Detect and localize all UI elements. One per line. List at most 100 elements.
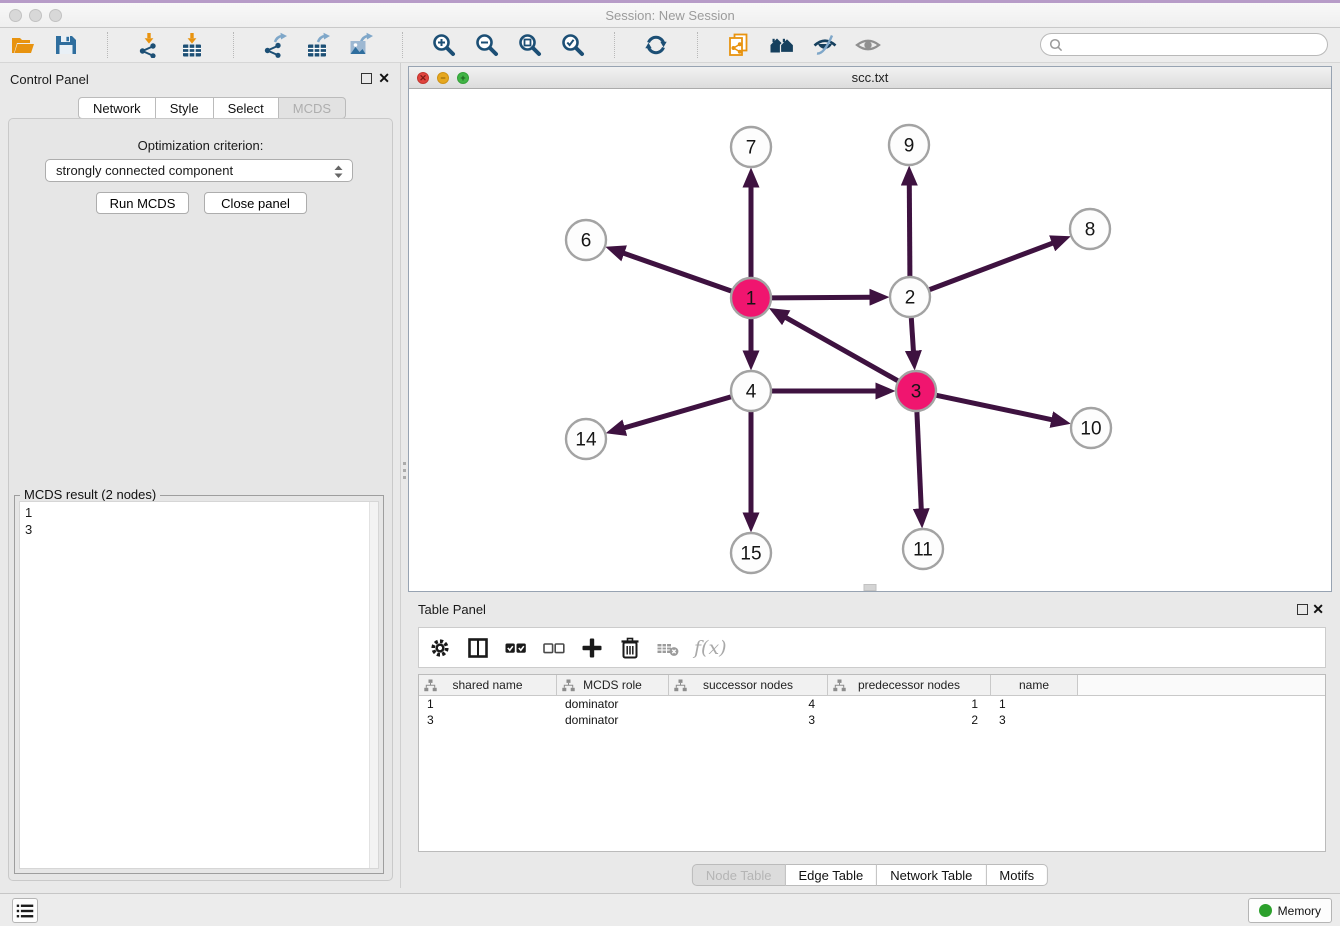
table-row-1[interactable]: 1dominator411 bbox=[419, 696, 1325, 712]
result-scrollbar[interactable] bbox=[369, 502, 378, 868]
tab-style[interactable]: Style bbox=[156, 97, 214, 119]
export-image-icon bbox=[348, 32, 374, 58]
view-splitter-handle[interactable] bbox=[864, 584, 877, 591]
add-row-button[interactable] bbox=[580, 636, 604, 660]
edge-2-3[interactable] bbox=[911, 318, 913, 352]
cell-predecessor-nodes[interactable]: 1 bbox=[828, 696, 991, 712]
new-network-from-selection-button[interactable] bbox=[726, 32, 752, 58]
cell-successor-nodes[interactable]: 3 bbox=[669, 712, 828, 728]
cell-successor-nodes[interactable]: 4 bbox=[669, 696, 828, 712]
edge-3-1[interactable] bbox=[785, 317, 898, 381]
import-table-button[interactable] bbox=[179, 32, 205, 58]
cell-name[interactable]: 1 bbox=[991, 696, 1078, 712]
tab-select[interactable]: Select bbox=[214, 97, 279, 119]
svg-text:6: 6 bbox=[581, 231, 592, 252]
cell-shared-name[interactable]: 1 bbox=[419, 696, 557, 712]
cell-shared-name[interactable]: 3 bbox=[419, 712, 557, 728]
zoom-out-button[interactable] bbox=[474, 32, 500, 58]
show-panels-button[interactable] bbox=[855, 32, 881, 58]
edge-1-6[interactable] bbox=[623, 253, 731, 291]
cell-mcds-role[interactable]: dominator bbox=[557, 712, 669, 728]
cell-name[interactable]: 3 bbox=[991, 712, 1078, 728]
float-table-panel-icon[interactable] bbox=[1297, 604, 1308, 615]
graph-node-8[interactable]: 8 bbox=[1070, 209, 1110, 249]
close-panel-button[interactable]: Close panel bbox=[204, 192, 307, 214]
welcome-screen-button[interactable] bbox=[769, 32, 795, 58]
tab-motifs[interactable]: Motifs bbox=[986, 864, 1048, 886]
close-panel-icon[interactable]: ✕ bbox=[378, 70, 390, 86]
graph-node-7[interactable]: 7 bbox=[731, 127, 771, 167]
column-type-icon bbox=[674, 679, 687, 692]
edge-2-9[interactable] bbox=[909, 184, 910, 276]
open-session-button[interactable] bbox=[10, 32, 36, 58]
deselect-all-button[interactable] bbox=[542, 636, 566, 660]
mcds-result-area[interactable]: 1 3 bbox=[19, 501, 379, 869]
edge-3-11[interactable] bbox=[917, 412, 921, 510]
column-header-shared-name[interactable]: shared name bbox=[419, 675, 557, 695]
table-header-row: shared nameMCDS rolesuccessor nodesprede… bbox=[419, 675, 1325, 696]
main-toolbar bbox=[0, 28, 1340, 63]
column-header-predecessor-nodes[interactable]: predecessor nodes bbox=[828, 675, 991, 695]
delete-row-button[interactable] bbox=[618, 636, 642, 660]
search-icon bbox=[1048, 37, 1064, 53]
select-all-button[interactable] bbox=[504, 636, 528, 660]
column-header-name[interactable]: name bbox=[991, 675, 1078, 695]
column-header-successor-nodes[interactable]: successor nodes bbox=[669, 675, 828, 695]
graph-node-4[interactable]: 4 bbox=[731, 371, 771, 411]
graph-node-6[interactable]: 6 bbox=[566, 220, 606, 260]
run-mcds-button[interactable]: Run MCDS bbox=[96, 192, 189, 214]
split-view-button[interactable] bbox=[466, 636, 490, 660]
graph-node-11[interactable]: 11 bbox=[903, 529, 943, 569]
tab-node-table[interactable]: Node Table bbox=[692, 864, 786, 886]
graph-node-3[interactable]: 3 bbox=[896, 371, 936, 411]
tab-edge-table[interactable]: Edge Table bbox=[785, 864, 877, 886]
column-header-mcds-role[interactable]: MCDS role bbox=[557, 675, 669, 695]
toolbar-separator bbox=[233, 32, 234, 58]
toolbar-separator bbox=[697, 32, 698, 58]
cell-mcds-role[interactable]: dominator bbox=[557, 696, 669, 712]
graph-node-1[interactable]: 1 bbox=[731, 278, 771, 318]
export-network-button[interactable] bbox=[262, 32, 288, 58]
zoom-in-button[interactable] bbox=[431, 32, 457, 58]
edge-1-2[interactable] bbox=[772, 297, 871, 298]
float-panel-icon[interactable] bbox=[361, 73, 372, 84]
tab-mcds[interactable]: MCDS bbox=[279, 97, 346, 119]
graph-node-9[interactable]: 9 bbox=[889, 125, 929, 165]
import-network-button[interactable] bbox=[136, 32, 162, 58]
graph-node-14[interactable]: 14 bbox=[566, 419, 606, 459]
graph-node-15[interactable]: 15 bbox=[731, 533, 771, 573]
cell-predecessor-nodes[interactable]: 2 bbox=[828, 712, 991, 728]
export-table-button[interactable] bbox=[305, 32, 331, 58]
settings-button[interactable] bbox=[428, 636, 452, 660]
memory-button[interactable]: Memory bbox=[1248, 898, 1332, 923]
export-image-button[interactable] bbox=[348, 32, 374, 58]
zoom-fit-button[interactable] bbox=[517, 32, 543, 58]
table-row-2[interactable]: 3dominator323 bbox=[419, 712, 1325, 728]
search-input[interactable] bbox=[1068, 38, 1327, 52]
panel-divider-handle[interactable] bbox=[401, 460, 408, 484]
hide-panels-button[interactable] bbox=[812, 32, 838, 58]
zoom-selected-button[interactable] bbox=[560, 32, 586, 58]
network-view-window: ✕ − + scc.txt 7 9 6 8 1 2 4 3 14 10 15 11 bbox=[408, 66, 1332, 592]
tab-network[interactable]: Network bbox=[78, 97, 156, 119]
close-table-panel-icon[interactable]: ✕ bbox=[1312, 601, 1324, 617]
task-history-button[interactable] bbox=[12, 898, 38, 923]
edge-3-10[interactable] bbox=[937, 395, 1053, 420]
edge-4-14[interactable] bbox=[623, 397, 730, 428]
search-box[interactable] bbox=[1040, 33, 1328, 56]
list-icon bbox=[14, 900, 36, 922]
apply-layout-button[interactable] bbox=[643, 32, 669, 58]
save-session-button[interactable] bbox=[53, 32, 79, 58]
show-panels-icon bbox=[855, 32, 881, 58]
graph-node-2[interactable]: 2 bbox=[890, 277, 930, 317]
network-canvas[interactable]: 7 9 6 8 1 2 4 3 14 10 15 11 bbox=[409, 89, 1331, 591]
edge-2-8[interactable] bbox=[930, 243, 1054, 290]
graph-node-10[interactable]: 10 bbox=[1071, 408, 1111, 448]
criterion-select[interactable]: strongly connected component bbox=[45, 159, 353, 182]
delete-table-button[interactable] bbox=[656, 636, 680, 660]
network-window-titlebar[interactable]: ✕ − + scc.txt bbox=[409, 67, 1331, 89]
function-builder-button[interactable]: f(x) bbox=[694, 637, 727, 659]
column-type-icon bbox=[562, 679, 575, 692]
tab-network-table[interactable]: Network Table bbox=[877, 864, 986, 886]
control-panel-header: Control Panel ✕ bbox=[0, 63, 400, 93]
